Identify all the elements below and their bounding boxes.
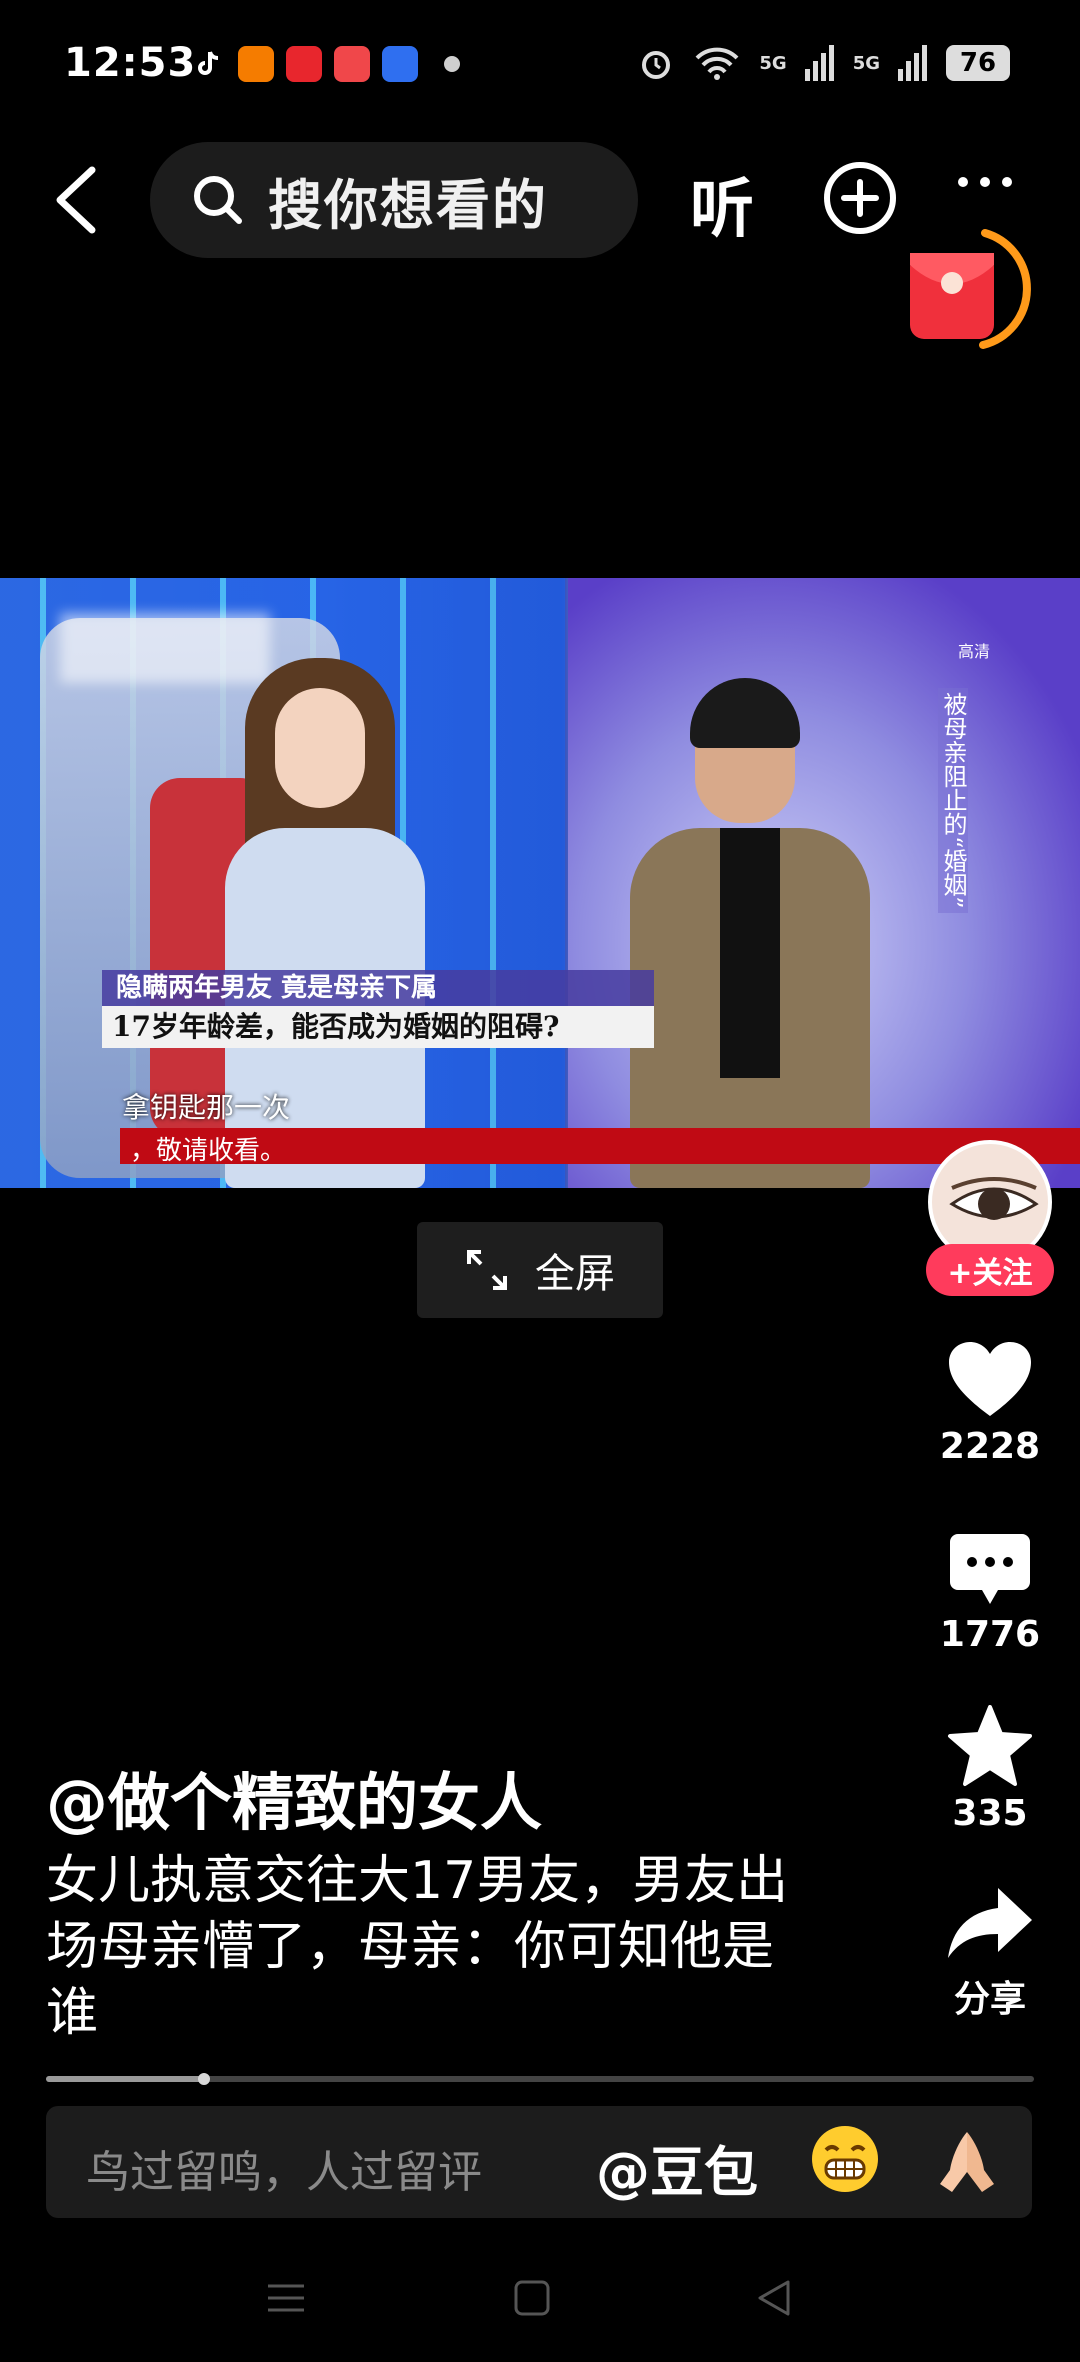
share-label: 分享: [953, 1979, 1026, 2020]
playback-progress-handle[interactable]: [198, 2073, 211, 2085]
video-subtitle-2: ，敬请收看。: [130, 1136, 287, 1166]
author-name[interactable]: @做个精致的女人: [46, 1752, 542, 1842]
video-caption-line1: 隐瞒两年男友 竟是母亲下属: [102, 970, 654, 1006]
fullscreen-label: 全屏: [535, 1251, 615, 1297]
battery-indicator: 76: [946, 45, 1010, 81]
star-icon: [948, 1705, 1032, 1786]
tiktok-icon: [198, 51, 219, 75]
like-button[interactable]: 2228: [920, 1340, 1060, 1467]
comment-button[interactable]: 1776: [920, 1532, 1060, 1655]
signal-1-icon: [804, 45, 834, 81]
favorite-count: 335: [952, 1793, 1028, 1834]
alarm-icon: [642, 51, 671, 79]
system-icons: 5G 5G 76: [637, 44, 1010, 82]
hd-mark: 高清: [958, 642, 991, 661]
back-nav-icon[interactable]: [754, 2278, 794, 2318]
blue-app-icon: [382, 46, 418, 82]
follow-button[interactable]: +关注: [926, 1244, 1054, 1296]
system-navigation-bar: [0, 2250, 1080, 2362]
more-icon[interactable]: [955, 172, 1015, 192]
search-icon: [194, 176, 242, 224]
comment-count: 1776: [939, 1614, 1041, 1655]
listen-button[interactable]: 听: [690, 158, 754, 250]
redpacket-icon[interactable]: [905, 225, 1035, 355]
post-description: 女儿执意交往大17男友，男友出场母亲懵了，母亲：你可知他是谁: [46, 1851, 789, 2043]
heart-icon: [949, 1342, 1031, 1416]
grin-emoji-icon[interactable]: [812, 2126, 878, 2192]
back-icon[interactable]: [44, 160, 114, 240]
share-icon: [948, 1888, 1032, 1958]
man-figure: [630, 678, 870, 1188]
video-player[interactable]: 高清 被母亲阻止的“婚姻” 隐瞒两年男友 竟是母亲下属 17岁年龄差，能否成为婚…: [0, 578, 1080, 1188]
add-icon[interactable]: [822, 160, 898, 236]
like-count: 2228: [939, 1426, 1041, 1467]
notification-icons: [190, 46, 460, 82]
video-subtitle-1: 拿钥匙那一次: [122, 1091, 291, 1124]
man-hair: [690, 678, 800, 748]
toutiao-icon: [286, 46, 322, 82]
video-app-icon: [334, 46, 370, 82]
pray-emoji-icon[interactable]: [932, 2126, 1002, 2196]
comment-input-bar[interactable]: 鸟过留鸣，人过留评 @豆包: [46, 2106, 1032, 2218]
search-placeholder: 搜你想看的: [268, 173, 548, 237]
status-time: 12:53: [64, 40, 197, 86]
comment-placeholder: 鸟过留鸣，人过留评: [86, 2147, 482, 2198]
comment-icon: [950, 1534, 1030, 1604]
mention-doubao-button[interactable]: @豆包: [596, 2128, 758, 2207]
playback-progress-bar[interactable]: [46, 2073, 1034, 2085]
vertical-title: 被母亲阻止的“婚姻”: [938, 688, 968, 913]
signal-2-label: 5G: [852, 52, 880, 74]
signal-1-label: 5G: [759, 52, 787, 74]
home-icon[interactable]: [512, 2278, 552, 2318]
woman-face: [275, 688, 365, 808]
man-shirt: [720, 828, 780, 1078]
fullscreen-button[interactable]: 全屏: [417, 1222, 663, 1318]
menu-icon[interactable]: [266, 2278, 306, 2318]
status-bar: 12:53 5G 5G 76: [0, 0, 1080, 130]
app-notification-icon-orange: [238, 46, 274, 82]
signal-2-icon: [898, 45, 927, 81]
wifi-icon: [695, 47, 739, 80]
video-caption-line2: 17岁年龄差，能否成为婚姻的阻碍?: [102, 1006, 654, 1048]
search-input[interactable]: 搜你想看的: [150, 142, 638, 258]
playback-progress-fill: [46, 2076, 205, 2082]
share-button[interactable]: 分享: [920, 1884, 1060, 2022]
expand-icon: [467, 1250, 507, 1290]
more-notifications-dot: [444, 56, 460, 72]
favorite-button[interactable]: 335: [920, 1705, 1060, 1834]
